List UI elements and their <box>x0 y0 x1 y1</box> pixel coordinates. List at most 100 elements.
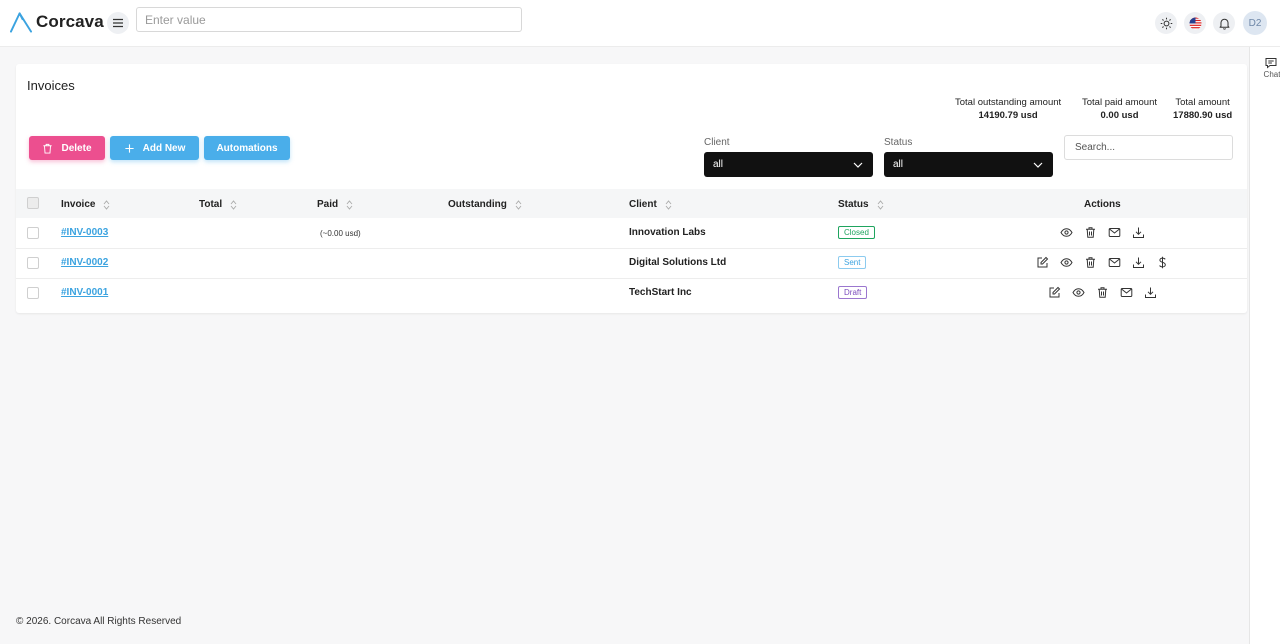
column-label: Client <box>629 199 657 210</box>
chevron-down-icon <box>853 162 863 168</box>
summary-outstanding: Total outstanding amount 14190.79 usd <box>955 96 1061 122</box>
chat-label: Chat <box>1263 70 1280 79</box>
column-header-paid[interactable]: Paid <box>317 199 353 210</box>
trash-icon <box>1098 287 1107 298</box>
row-checkbox[interactable] <box>27 287 39 299</box>
client-filter-label: Client <box>704 137 730 148</box>
add-new-button[interactable]: Add New <box>110 136 199 160</box>
automations-button[interactable]: Automations <box>204 136 290 160</box>
email-button[interactable] <box>1108 226 1121 239</box>
mail-icon <box>1108 258 1121 267</box>
sort-icon <box>665 199 672 210</box>
delete-button[interactable]: Delete <box>29 136 105 160</box>
status-filter-select[interactable]: all <box>884 152 1053 177</box>
column-header-outstanding[interactable]: Outstanding <box>448 199 522 210</box>
table-search-input[interactable] <box>1064 135 1233 160</box>
record-payment-button[interactable] <box>1156 256 1169 269</box>
column-header-actions: Actions <box>1084 199 1121 210</box>
download-button[interactable] <box>1132 226 1145 239</box>
sort-icon <box>515 199 522 210</box>
sort-icon <box>230 199 237 210</box>
trash-icon <box>1086 257 1095 268</box>
edit-button[interactable] <box>1048 286 1061 299</box>
chevron-down-icon <box>1033 162 1043 168</box>
client-name: TechStart Inc <box>629 287 692 298</box>
us-flag-icon <box>1188 16 1202 30</box>
plus-icon <box>124 143 134 153</box>
delete-row-button[interactable] <box>1096 286 1109 299</box>
language-button[interactable] <box>1184 12 1206 34</box>
column-label: Actions <box>1084 199 1121 210</box>
status-filter-label: Status <box>884 137 913 148</box>
column-header-status[interactable]: Status <box>838 199 884 210</box>
edit-button[interactable] <box>1036 256 1049 269</box>
delete-label: Delete <box>61 142 92 154</box>
client-filter-select[interactable]: all <box>704 152 873 177</box>
trash-icon <box>43 143 53 154</box>
row-checkbox[interactable] <box>27 257 39 269</box>
download-button[interactable] <box>1132 256 1145 269</box>
summary-value: 14190.79 usd <box>978 110 1038 121</box>
row-divider <box>16 248 1247 249</box>
column-label: Invoice <box>61 199 96 210</box>
view-button[interactable] <box>1060 256 1073 269</box>
status-badge: Sent <box>838 256 867 269</box>
client-filter-value: all <box>713 159 724 170</box>
invoice-link[interactable]: #INV-0002 <box>61 257 108 268</box>
delete-row-button[interactable] <box>1084 256 1097 269</box>
automations-label: Automations <box>216 142 278 154</box>
chat-icon <box>1265 58 1277 69</box>
eye-icon <box>1060 258 1073 267</box>
sort-icon <box>877 199 883 210</box>
theme-toggle-button[interactable] <box>1155 12 1177 34</box>
email-button[interactable] <box>1108 256 1121 269</box>
view-button[interactable] <box>1060 226 1073 239</box>
invoice-link[interactable]: #INV-0003 <box>61 227 108 238</box>
delete-row-button[interactable] <box>1084 226 1097 239</box>
row-checkbox[interactable] <box>27 227 39 239</box>
app-logo[interactable]: Corcava <box>10 11 104 33</box>
column-label: Paid <box>317 199 339 210</box>
page-title: Invoices <box>27 78 75 93</box>
paid-value: (~0.00 usd) <box>320 229 361 238</box>
app-name: Corcava <box>36 12 104 31</box>
download-button[interactable] <box>1144 286 1157 299</box>
summary-label: Total amount <box>1175 97 1230 108</box>
download-icon <box>1133 227 1144 238</box>
row-divider <box>16 278 1247 279</box>
sort-icon <box>104 199 110 210</box>
status-badge: Draft <box>838 286 868 299</box>
summary-label: Total outstanding amount <box>955 97 1062 108</box>
trash-icon <box>1086 227 1095 238</box>
select-all-checkbox[interactable] <box>27 197 39 209</box>
email-button[interactable] <box>1120 286 1133 299</box>
user-avatar[interactable]: D2 <box>1243 11 1267 35</box>
edit-icon <box>1049 286 1061 298</box>
notifications-button[interactable] <box>1213 12 1235 34</box>
summary-total: Total amount 17880.90 usd <box>1173 96 1232 122</box>
sort-icon <box>346 199 353 210</box>
invoice-link[interactable]: #INV-0001 <box>61 287 108 298</box>
global-search-input[interactable] <box>136 7 522 32</box>
dollar-icon <box>1159 256 1166 269</box>
column-header-client[interactable]: Client <box>629 199 672 210</box>
column-label: Outstanding <box>448 199 507 210</box>
eye-icon <box>1060 228 1073 237</box>
status-badge: Closed <box>838 226 875 239</box>
summary-label: Total paid amount <box>1082 97 1157 108</box>
client-name: Innovation Labs <box>629 227 706 238</box>
column-header-total[interactable]: Total <box>199 199 237 210</box>
view-button[interactable] <box>1072 286 1085 299</box>
column-header-invoice[interactable]: Invoice <box>61 199 110 210</box>
chat-button[interactable]: Chat <box>1261 57 1280 79</box>
right-rail <box>1249 47 1280 644</box>
footer-copyright: © 2026. Corcava All Rights Reserved <box>16 616 182 627</box>
bell-icon <box>1219 18 1229 30</box>
mail-icon <box>1120 288 1133 297</box>
add-new-label: Add New <box>142 142 186 154</box>
download-icon <box>1145 287 1156 298</box>
menu-toggle-button[interactable] <box>107 12 129 34</box>
logo-icon <box>10 12 33 33</box>
mail-icon <box>1108 228 1121 237</box>
client-name: Digital Solutions Ltd <box>629 257 727 268</box>
